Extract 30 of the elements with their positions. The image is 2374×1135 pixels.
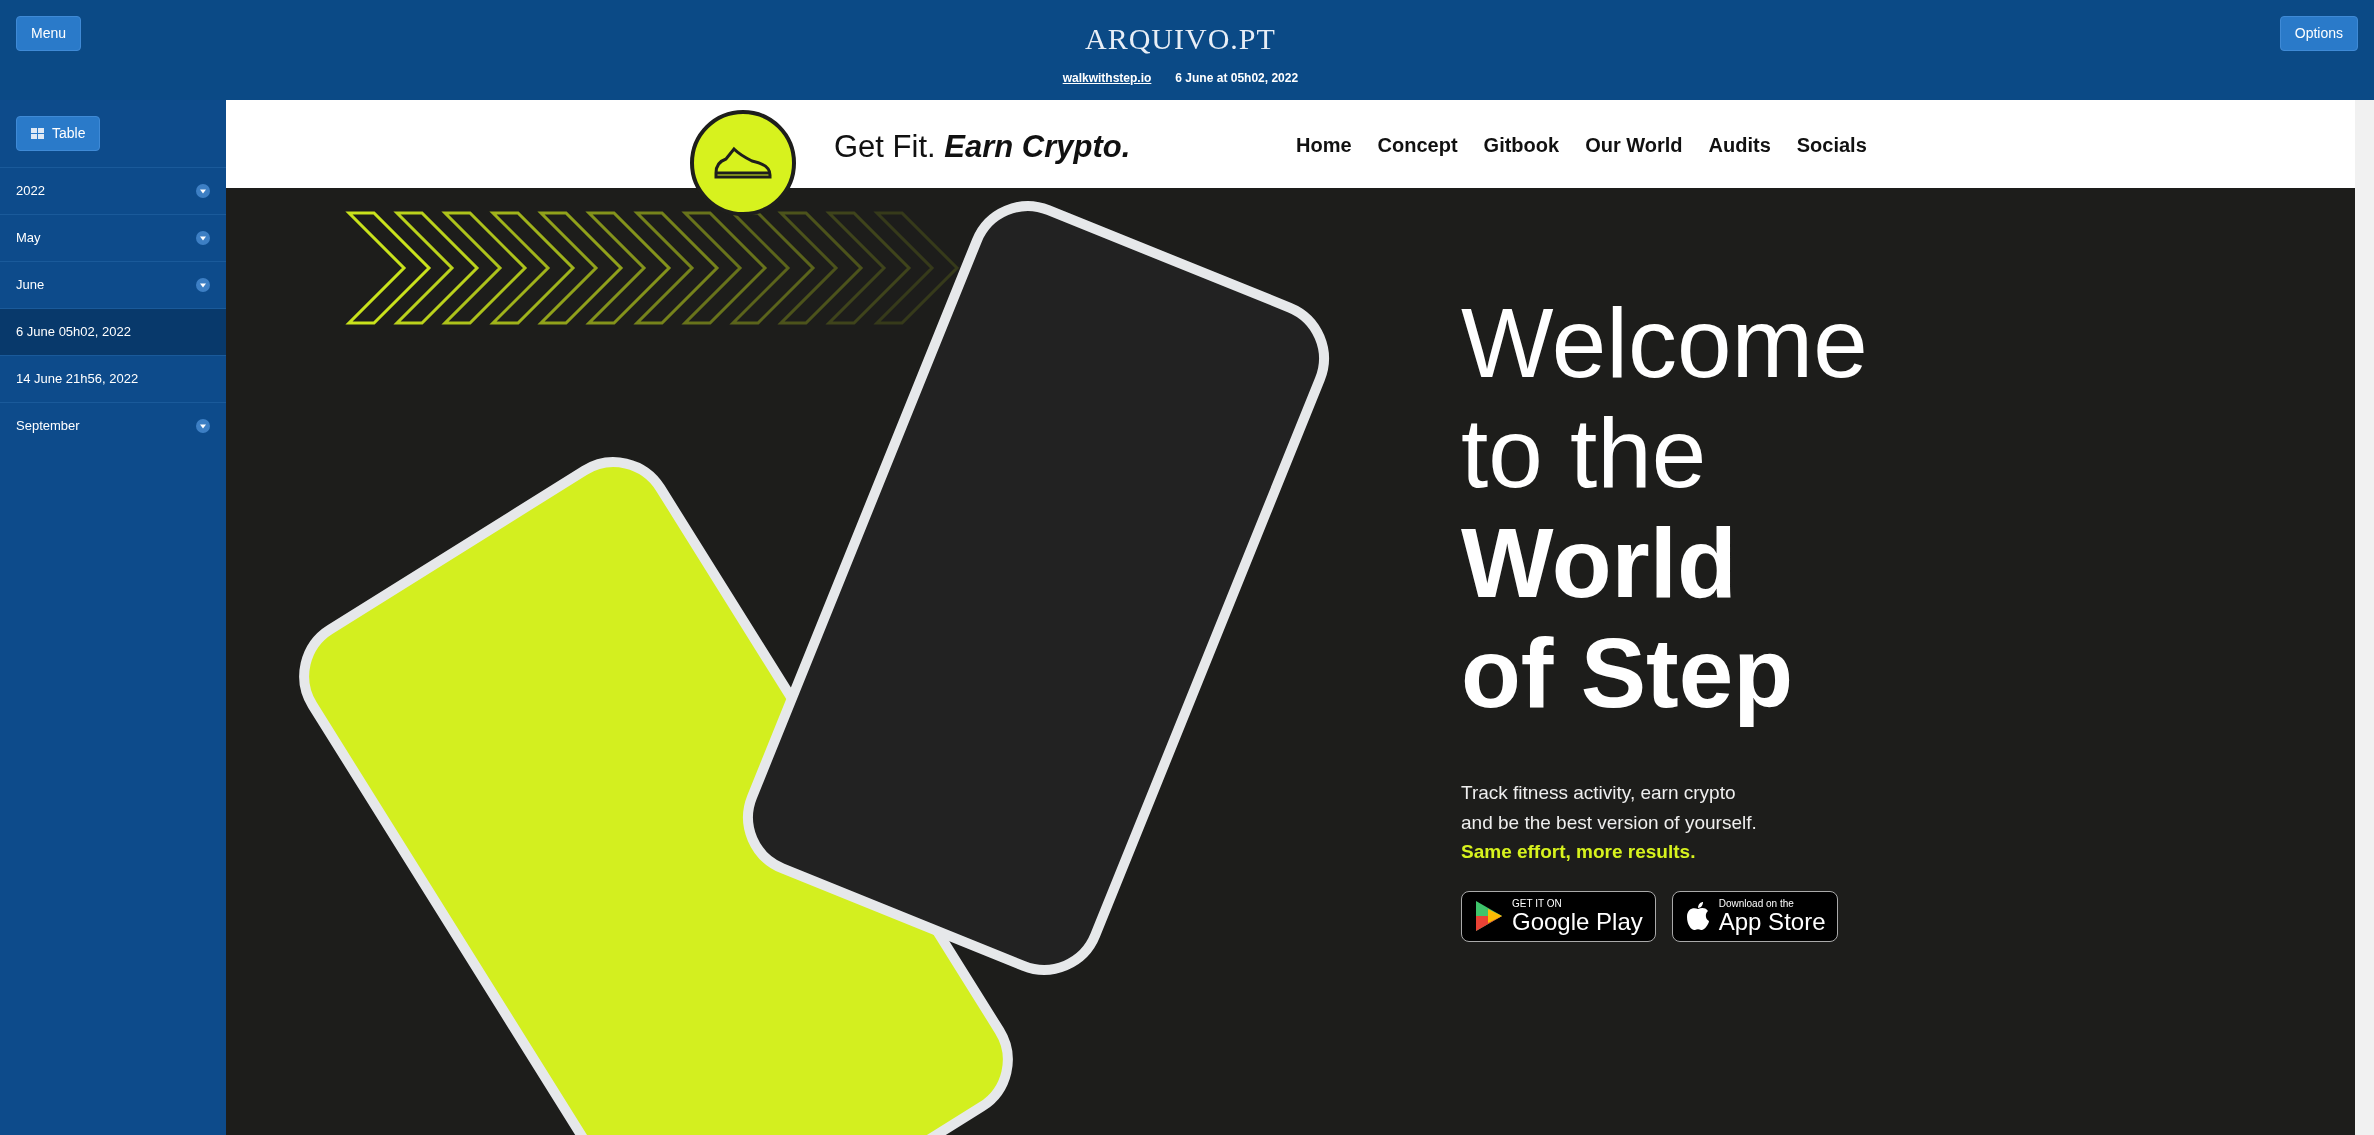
caret-icon [196,184,210,198]
table-button[interactable]: Table [16,116,101,151]
nav-link[interactable]: Audits [1708,130,1771,160]
tagline: Get Fit. Earn Crypto. [834,128,1131,166]
sidebar-item[interactable]: 6 June 05h02, 2022 [0,308,226,355]
nav-link[interactable]: Concept [1377,130,1458,160]
capture-date: 6 June at 05h02, 2022 [1175,70,1299,87]
hero-heading: World [1461,508,1738,618]
nav-link[interactable]: Gitbook [1483,130,1560,160]
hero-heading: of Step [1461,618,1795,728]
apple-icon [1684,901,1711,931]
caret-icon [196,278,210,292]
grid-icon [31,128,44,139]
app-store-button[interactable]: Download on the App Store [1671,890,1839,942]
caret-icon [196,231,210,245]
google-play-button[interactable]: GET IT ON Google Play [1461,890,1656,942]
hero-highlight: Same effort, more results. [1461,840,1697,864]
site-link[interactable]: walkwithstep.io [1062,69,1152,87]
hero-description: Track fitness activity, earn crypto and be the best version of yourself. [1461,781,1758,835]
logo[interactable]: ARQUIVO.PT [1084,16,1276,61]
menu-button[interactable]: Menu [16,16,82,51]
nav-link[interactable]: Home [1296,130,1352,160]
caret-icon [196,419,210,433]
play-triangle-icon [1474,900,1504,932]
options-button[interactable]: Options [2279,16,2358,51]
nav-link[interactable]: Our World [1585,130,1683,160]
nav-link[interactable]: Socials [1796,130,1867,160]
hero-heading: to the [1461,398,1708,508]
scrollbar[interactable] [2355,100,2374,1135]
hero-heading: Welcome [1461,288,1868,398]
